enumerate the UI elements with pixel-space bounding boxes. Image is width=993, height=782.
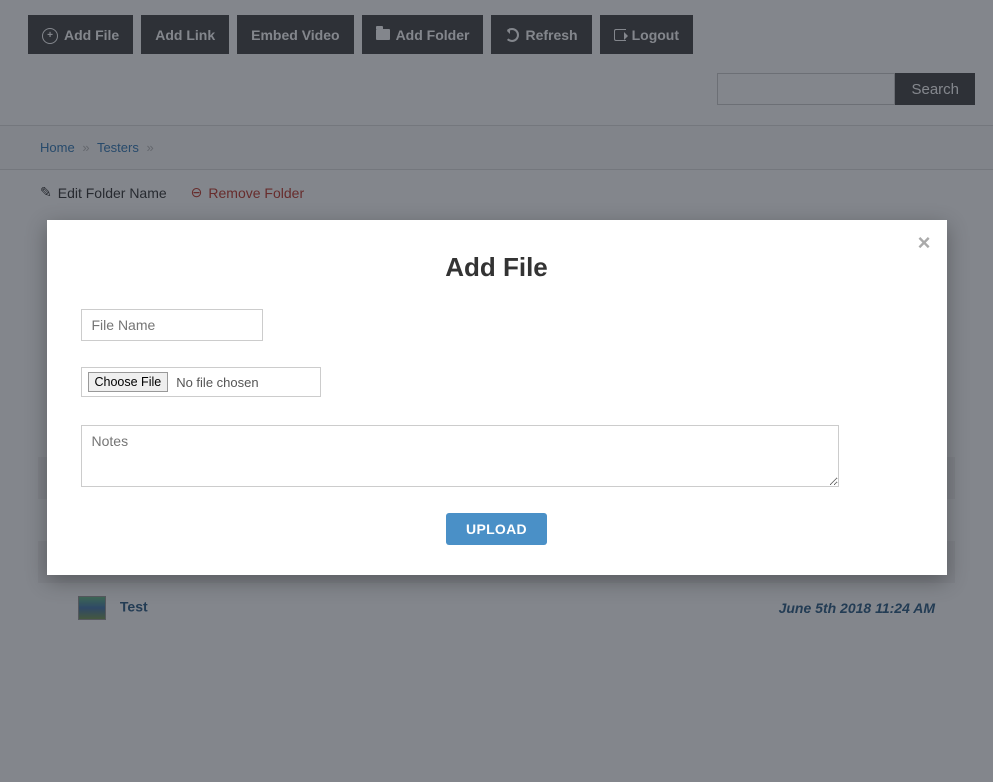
add-file-modal: × Add File Choose File No file chosen UP… — [47, 220, 947, 575]
file-chooser[interactable]: Choose File No file chosen — [81, 367, 321, 397]
notes-textarea[interactable] — [81, 425, 839, 487]
upload-button[interactable]: UPLOAD — [446, 513, 547, 545]
modal-close-button[interactable]: × — [918, 230, 931, 256]
file-name-input[interactable] — [81, 309, 263, 341]
file-chosen-status: No file chosen — [176, 375, 258, 390]
choose-file-button[interactable]: Choose File — [88, 372, 169, 392]
modal-title: Add File — [81, 252, 913, 283]
